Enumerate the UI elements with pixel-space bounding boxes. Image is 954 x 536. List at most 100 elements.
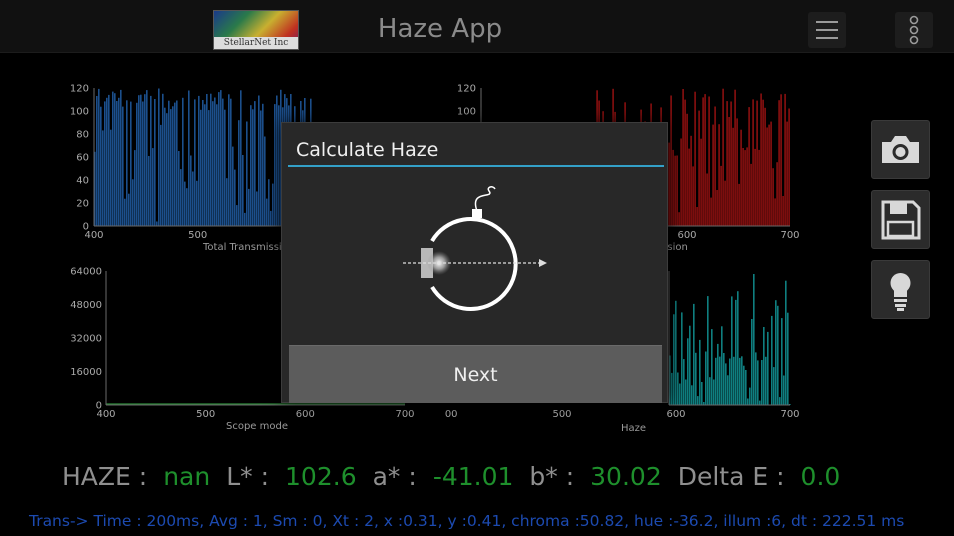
calculate-haze-dialog: Calculate Haze Next xyxy=(281,122,668,403)
delta-e-value: 0.0 xyxy=(800,462,841,491)
scope-mode-title: Scope mode xyxy=(226,421,289,432)
spectrum-bar xyxy=(716,190,718,226)
x-tick-label: 700 xyxy=(780,230,799,241)
hamburger-menu-icon xyxy=(816,21,838,39)
spectrum-bar xyxy=(686,113,688,226)
spectrum-bar xyxy=(206,94,208,226)
spectrum-bar xyxy=(214,97,216,226)
spectrum-bar xyxy=(758,149,760,226)
spectrum-bar xyxy=(212,101,214,226)
y-tick-label: 120 xyxy=(70,84,89,95)
spectrum-bar xyxy=(730,101,732,226)
spectrum-bar xyxy=(725,363,727,405)
menu-button[interactable] xyxy=(808,12,846,48)
spectrum-bar xyxy=(116,101,118,226)
spectrum-bar xyxy=(188,90,190,226)
spectrum-bar xyxy=(780,94,782,226)
spectrum-bar xyxy=(140,94,142,226)
spectrum-bar xyxy=(152,148,154,226)
spectrum-bar xyxy=(248,188,250,226)
spectrum-bar xyxy=(764,107,766,226)
spectrum-bar xyxy=(270,210,272,226)
spectrum-bar xyxy=(162,93,164,226)
spectrum-bar xyxy=(687,338,689,405)
spectrum-bar xyxy=(724,180,726,226)
spectrum-bar xyxy=(252,109,254,226)
spectrum-bar xyxy=(772,168,774,226)
spectrum-bar xyxy=(726,101,728,226)
series-0 xyxy=(94,88,312,227)
spectrum-bar xyxy=(766,127,768,226)
spectrum-bar xyxy=(96,96,98,226)
spectrum-bar xyxy=(138,95,140,226)
camera-button[interactable] xyxy=(871,120,930,179)
spectrum-bar xyxy=(742,148,744,226)
spectrum-bar xyxy=(224,109,226,226)
spectrum-bar xyxy=(733,356,735,405)
series-3 xyxy=(669,274,791,405)
save-button[interactable] xyxy=(871,190,930,249)
vertical-dots-icon xyxy=(909,15,919,45)
y-tick-label: 20 xyxy=(76,199,89,210)
spectrum-bar xyxy=(232,146,234,226)
spectrum-bar xyxy=(222,98,224,226)
spectrum-bar xyxy=(715,357,717,405)
measurement-status: Trans-> Time : 200ms, Avg : 1, Sm : 0, X… xyxy=(29,512,905,530)
spectrum-bar xyxy=(164,107,166,226)
lightbulb-button[interactable] xyxy=(871,260,930,319)
spectrum-bar xyxy=(276,95,278,226)
spectrum-bar xyxy=(734,89,736,226)
spectrum-bar xyxy=(160,124,162,226)
spectrum-bar xyxy=(178,151,180,226)
spectrum-bar xyxy=(756,100,758,226)
spectrum-bar xyxy=(674,155,676,226)
spectrum-bar xyxy=(180,169,182,226)
spectrum-bar xyxy=(711,329,713,405)
camera-icon xyxy=(882,136,919,163)
spectrum-bar xyxy=(216,104,218,226)
spectrum-bar xyxy=(744,150,746,226)
y-tick-label: 100 xyxy=(457,107,476,118)
spectrum-bar xyxy=(130,101,132,226)
spectrum-bar xyxy=(788,108,790,226)
spectrum-bar xyxy=(274,104,276,226)
spectrum-bar xyxy=(704,94,706,226)
next-button[interactable]: Next xyxy=(289,345,662,403)
x-tick-label: 600 xyxy=(666,409,685,420)
y-tick-label: 60 xyxy=(76,153,89,164)
spectrum-bar xyxy=(753,274,755,405)
spectrum-bar xyxy=(250,105,252,226)
spectrum-bar xyxy=(198,95,200,227)
y-tick-label: 16000 xyxy=(70,367,102,378)
spectrum-bar xyxy=(671,372,673,405)
overflow-menu-button[interactable] xyxy=(895,12,933,48)
spectrum-bar xyxy=(719,356,721,405)
spectrum-bar xyxy=(262,103,264,226)
spectrum-bar xyxy=(679,383,681,405)
spectrum-bar xyxy=(200,109,202,226)
spectrum-bar xyxy=(122,106,124,226)
spectrum-bar xyxy=(783,375,785,405)
x-tick-label: 700 xyxy=(395,409,414,420)
delta-e-label: Delta E : xyxy=(677,462,785,491)
spectrum-bar xyxy=(182,97,184,226)
spectrum-bar xyxy=(752,99,754,226)
spectrum-bar xyxy=(168,100,170,226)
spectrum-bar xyxy=(760,93,762,226)
spectrum-bar xyxy=(144,94,146,226)
spectrum-bar xyxy=(254,101,256,226)
dialog-title: Calculate Haze xyxy=(296,139,439,161)
spectrum-bar xyxy=(240,90,242,226)
spectrum-bar xyxy=(684,99,686,226)
spectrum-bar xyxy=(746,147,748,226)
spectrum-bar xyxy=(782,196,784,226)
spectrum-bar xyxy=(154,99,156,226)
spectrum-bar xyxy=(705,351,707,405)
spectrum-bar xyxy=(681,312,683,405)
spectrum-bar xyxy=(106,97,108,226)
l-star-value: 102.6 xyxy=(285,462,357,491)
spectrum-bar xyxy=(692,166,694,226)
spectrum-bar xyxy=(739,357,741,405)
haze-value: nan xyxy=(163,462,211,491)
spectrum-bar xyxy=(174,102,176,226)
